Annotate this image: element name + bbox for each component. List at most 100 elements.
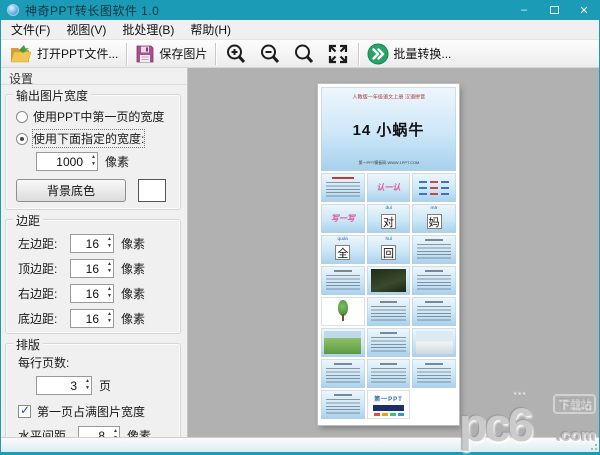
slide-pinyin-text: mā (417, 206, 452, 211)
fit-window-button[interactable] (321, 41, 355, 67)
spin-down-icon[interactable]: ▼ (107, 318, 112, 324)
spinner-arrows: ▲▼ (107, 236, 112, 249)
preview-slide-text (321, 359, 365, 388)
slide-word-text: 写一写 (331, 213, 355, 224)
toolbar-separator (358, 43, 359, 65)
slide-pinyin-row (419, 187, 449, 189)
radio-use-custom-width[interactable]: 使用下面指定的宽度: (16, 130, 176, 147)
slide-text-lines (326, 182, 360, 198)
slide-pinyin-text: duì (371, 206, 406, 211)
bottom-margin-unit: 像素 (121, 310, 145, 327)
left-margin-label: 左边距: (18, 235, 70, 252)
output-width-group: 输出图片宽度 使用PPT中第一页的宽度 使用下面指定的宽度: ▲ ▼ (5, 94, 181, 210)
zoom-out-button[interactable] (253, 41, 287, 67)
background-color-button[interactable]: 背景底色 (16, 179, 126, 202)
slide-character: 妈 (427, 214, 442, 229)
maximize-icon (550, 6, 559, 14)
slide-title-bar (332, 177, 354, 179)
magnifier-icon (292, 42, 316, 66)
preview-grid-row: 第一PPT (321, 390, 456, 419)
spinner-arrows: ▲▼ (107, 286, 112, 299)
slide-title-bar (334, 394, 351, 396)
preview-slide-char: huí回 (367, 235, 411, 264)
pages-per-row-spinner-row: ▲ ▼ 页 (36, 376, 176, 395)
preview-slide-photo_snow (412, 328, 456, 357)
preview-slide-text (367, 359, 411, 388)
spin-up-icon[interactable]: ▲ (91, 154, 96, 160)
spin-down-icon[interactable]: ▼ (107, 268, 112, 274)
main-area: 设置 输出图片宽度 使用PPT中第一页的宽度 使用下面指定的宽度: ▲ (1, 68, 599, 437)
spin-up-icon[interactable]: ▲ (107, 236, 112, 242)
open-ppt-button[interactable]: 打开PPT文件... (4, 41, 123, 67)
spin-up-icon[interactable]: ▲ (107, 311, 112, 317)
preview-slide-pinyin_list (412, 173, 456, 202)
window-title: 神奇PPT转长图软件 1.0 (25, 2, 159, 19)
preview-slide-char: mā 妈 (412, 204, 456, 233)
menu-item-view[interactable]: 视图(V) (58, 19, 114, 40)
spin-down-icon[interactable]: ▼ (91, 161, 96, 167)
slide-logo-text: 第一PPT (374, 394, 403, 403)
close-button[interactable]: ✕ (569, 0, 599, 20)
layout-group-label: 排版 (13, 336, 43, 353)
top-margin-row: 顶边距:▲▼像素 (18, 259, 176, 278)
preview-slide-text (367, 328, 411, 357)
preview-slide-photo_dark (367, 266, 411, 295)
width-spinner-row: ▲ ▼ 像素 (36, 152, 176, 171)
preview-slide-word: 认一认 (367, 173, 411, 202)
minimize-button[interactable]: – (509, 0, 539, 20)
slide-text-lines (417, 275, 451, 291)
preview-slide-text (412, 359, 456, 388)
save-image-label: 保存图片 (159, 45, 207, 62)
width-input[interactable] (36, 152, 98, 171)
slide-pinyin-text: huí (371, 237, 406, 242)
slide-pinyin-row (419, 193, 449, 195)
spin-up-icon[interactable]: ▲ (85, 378, 90, 384)
radio-use-first-page-width-label: 使用PPT中第一页的宽度 (33, 108, 164, 125)
right-margin-label: 右边距: (18, 285, 70, 302)
menu-item-help[interactable]: 帮助(H) (182, 19, 239, 40)
background-color-swatch[interactable] (138, 179, 166, 202)
menu-item-file[interactable]: 文件(F) (3, 19, 58, 40)
radio-use-first-page-width[interactable]: 使用PPT中第一页的宽度 (16, 108, 176, 125)
radio-use-custom-width-label: 使用下面指定的宽度: (33, 130, 144, 147)
pages-per-row-input[interactable] (36, 376, 92, 395)
spin-down-icon[interactable]: ▼ (107, 243, 112, 249)
preview-slide-text (321, 266, 365, 295)
open-folder-icon (9, 44, 33, 64)
preview-grid-row (321, 359, 456, 388)
preview-slide-char: duì 对 (367, 204, 411, 233)
background-color-row: 背景底色 (16, 179, 170, 202)
spin-up-icon[interactable]: ▲ (113, 428, 118, 434)
save-floppy-icon (135, 44, 155, 64)
right-margin-row: 右边距:▲▼像素 (18, 284, 176, 303)
preview-slide-text (412, 297, 456, 326)
zoom-in-button[interactable] (219, 41, 253, 67)
first-page-full-width-checkbox[interactable]: ✓ 第一页占满图片宽度 (18, 403, 176, 420)
statusbar (1, 437, 599, 452)
layout-group: 排版 每行页数: ▲ ▼ 页 ✓ 第一页占满图片宽度 水平 (5, 343, 181, 437)
save-image-button[interactable]: 保存图片 (130, 41, 212, 67)
preview-grid-row (321, 266, 456, 295)
settings-panel: 设置 输出图片宽度 使用PPT中第一页的宽度 使用下面指定的宽度: ▲ (1, 68, 188, 437)
maximize-button[interactable] (539, 0, 569, 20)
slide-text-lines (417, 244, 451, 260)
toolbar-separator (126, 43, 127, 65)
batch-convert-button[interactable]: 批量转换... (362, 41, 456, 67)
preview-slide-word: 写一写 (321, 204, 365, 233)
slide-title-bar (425, 363, 442, 365)
app-icon (7, 4, 19, 16)
zoom-reset-button[interactable] (287, 41, 321, 67)
spin-down-icon[interactable]: ▼ (107, 293, 112, 299)
slide-character: 对 (381, 214, 396, 229)
spin-up-icon[interactable]: ▲ (107, 261, 112, 267)
slide-title-bar (425, 301, 442, 303)
slide-title-bar (425, 239, 442, 241)
spin-up-icon[interactable]: ▲ (107, 286, 112, 292)
preview-first-slide: 人教版一年级语文上册 汉语拼音 14 小蜗牛 第一PPT模板网-WWW.1PPT… (321, 87, 456, 171)
resize-grip[interactable] (588, 441, 598, 451)
menu-item-batch[interactable]: 批处理(B) (114, 19, 182, 40)
pages-per-row-label: 每行页数: (18, 354, 176, 371)
preview-slide-text_red (321, 173, 365, 202)
toolbar: 打开PPT文件... 保存图片 (1, 40, 599, 68)
spin-down-icon[interactable]: ▼ (85, 385, 90, 391)
